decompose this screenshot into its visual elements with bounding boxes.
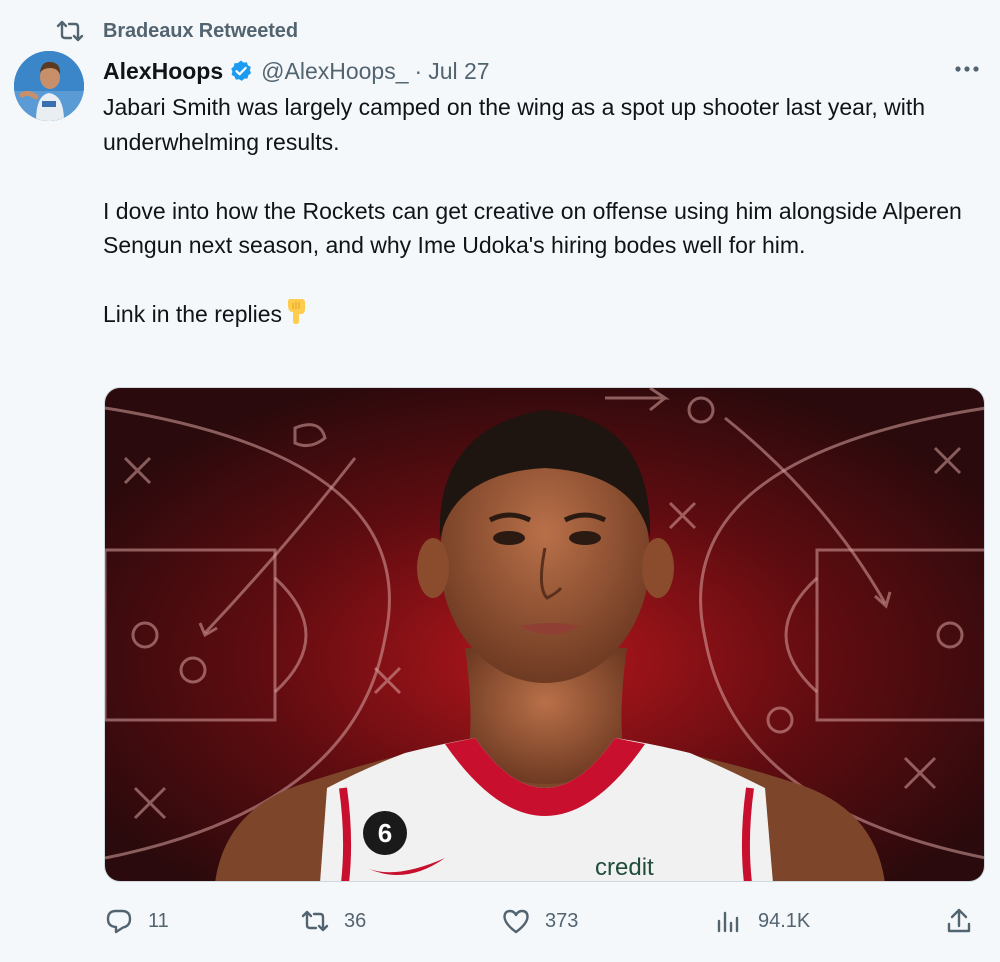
tweet-paragraph-3-text: Link in the replies	[103, 301, 282, 327]
reply-icon	[104, 906, 134, 936]
views-button[interactable]: 94.1K	[714, 906, 810, 936]
retweet-count: 36	[344, 909, 367, 932]
like-button[interactable]: 373	[501, 906, 578, 936]
author-handle[interactable]: @AlexHoops_	[261, 58, 408, 85]
tweet-action-bar: 11 36 373 94.1K	[104, 900, 984, 942]
tweet-media-image[interactable]: 6 credit	[104, 387, 985, 882]
retweeted-by-row[interactable]: Bradeaux Retweeted	[55, 18, 298, 44]
tweet-paragraph-2: I dove into how the Rockets can get crea…	[103, 197, 962, 259]
more-options-button[interactable]	[952, 56, 982, 82]
share-button[interactable]	[944, 906, 974, 936]
tweet-paragraph-1: Jabari Smith was largely camped on the w…	[103, 94, 926, 155]
reply-count: 11	[148, 909, 169, 932]
more-dots-icon	[955, 66, 979, 72]
tweet-paragraph-3: Link in the replies	[103, 297, 983, 335]
point-down-emoji-icon	[282, 297, 310, 335]
tweet-header: AlexHoops @AlexHoops_ · Jul 27	[103, 54, 490, 88]
avatar[interactable]	[14, 51, 84, 121]
views-count: 94.1K	[758, 909, 811, 932]
header-separator: ·	[414, 57, 423, 84]
jersey-number: 6	[378, 818, 392, 848]
retweeted-by-label: Bradeaux Retweeted	[103, 19, 298, 42]
retweet-icon	[55, 19, 87, 43]
jersey-sponsor-text: credit	[595, 854, 654, 881]
share-icon	[944, 906, 974, 936]
tweet-date[interactable]: Jul 27	[428, 58, 489, 85]
heart-icon	[501, 906, 531, 936]
reply-button[interactable]: 11	[104, 906, 169, 936]
tweet-text: Jabari Smith was largely camped on the w…	[103, 90, 983, 335]
views-icon	[714, 906, 744, 936]
like-count: 373	[545, 909, 579, 932]
author-name[interactable]: AlexHoops	[103, 58, 223, 85]
verified-badge-icon	[229, 59, 253, 83]
retweet-button[interactable]: 36	[300, 906, 366, 936]
retweet-icon	[300, 906, 330, 936]
